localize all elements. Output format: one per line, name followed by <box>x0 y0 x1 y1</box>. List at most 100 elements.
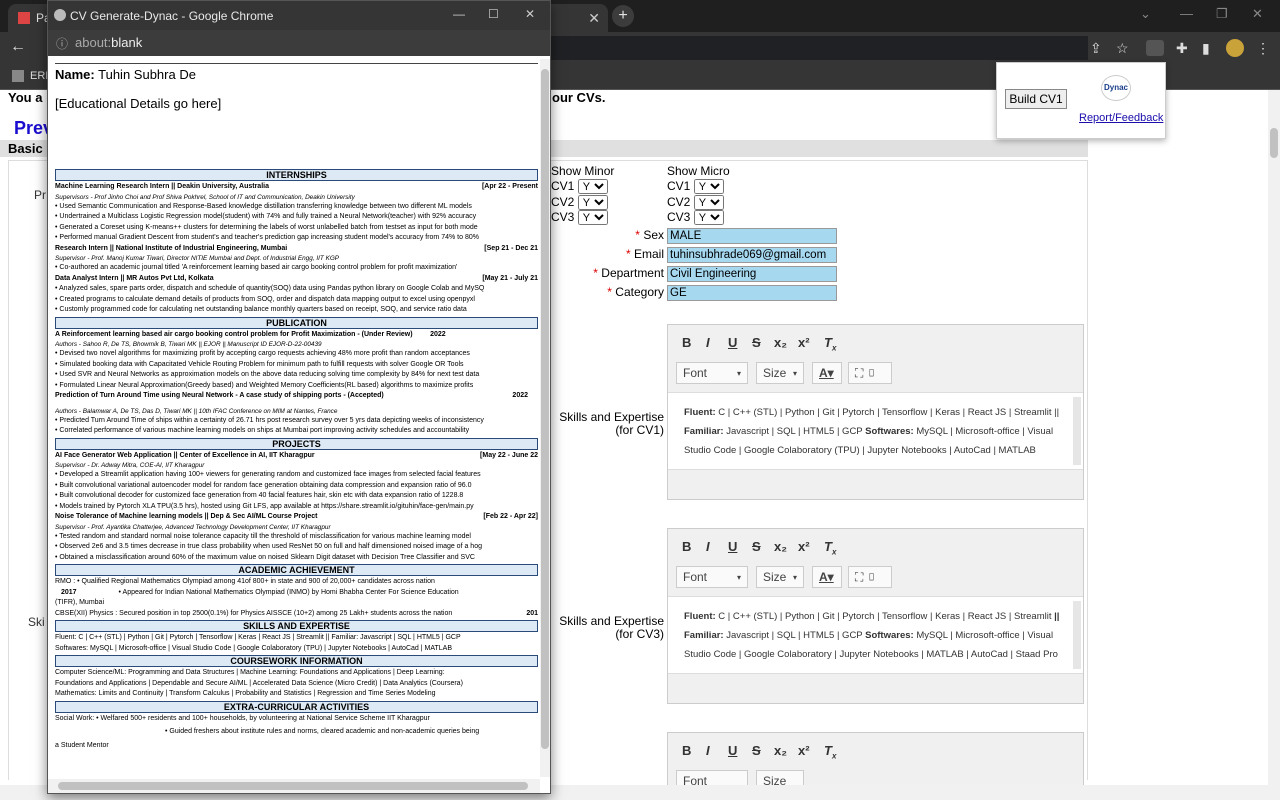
cv3-micro-select[interactable]: Y <box>693 210 724 225</box>
remove-format-icon[interactable]: Tx <box>824 539 836 557</box>
superscript-icon[interactable]: x² <box>798 335 810 350</box>
cv-line: • Customly programmed code for calculati… <box>55 306 467 313</box>
cv-line: Supervisor - Prof. Manoj Kumar Tiwari, D… <box>55 255 340 262</box>
cv-line: • Used SVR and Neural Networks as approx… <box>55 371 480 378</box>
popup-address-bar[interactable]: ⓘ about:blank <box>48 30 550 56</box>
skills-cv3-content[interactable]: Fluent: C | C++ (STL) | Python | Git | P… <box>668 597 1083 673</box>
font-dropdown[interactable]: Font <box>676 770 748 785</box>
skills-cv1-editor: B I U S x₂ x² Tx Font ▾ Size ▾ A▾ ⛶ ▯ Fl… <box>667 324 1084 500</box>
popup-close-icon[interactable]: ✕ <box>525 7 535 21</box>
subscript-icon[interactable]: x₂ <box>774 335 787 350</box>
page-vertical-scrollbar[interactable] <box>1268 90 1280 785</box>
tab-favicon-icon <box>18 12 30 24</box>
subscript-icon[interactable]: x₂ <box>774 539 787 554</box>
cv-name: Name: Tuhin Subhra De <box>55 67 196 82</box>
strikethrough-icon[interactable]: S <box>752 539 761 554</box>
editor-text: Fluent: C | C++ (STL) | Python | Git | P… <box>684 611 1060 660</box>
side-panel-icon[interactable]: ▮ <box>1202 40 1210 57</box>
font-dropdown[interactable]: Font ▾ <box>676 362 748 384</box>
skills-next-editor: B I U S x₂ x² Tx Font Size <box>667 732 1084 785</box>
cv-line: Mathematics: Limits and Continuity | Tra… <box>55 690 436 697</box>
dynac-logo: Dynac <box>1101 75 1131 101</box>
address-host: about: <box>75 35 112 50</box>
cv-line: • Built convolutional variational autoen… <box>55 481 472 489</box>
bookmark-item[interactable]: ERI <box>30 70 48 82</box>
maximize-icon[interactable]: ❐ <box>1216 6 1228 22</box>
editor-footer <box>668 673 1083 703</box>
underline-icon[interactable]: U <box>728 335 737 350</box>
superscript-icon[interactable]: x² <box>798 743 810 758</box>
maximize-source-icons[interactable]: ⛶ ▯ <box>848 566 892 588</box>
extensions-puzzle-icon[interactable]: ✚ <box>1176 40 1188 57</box>
cv2-minor-select[interactable]: Y <box>577 194 608 210</box>
show-micro-group: Show Micro CV1 Y CV2 Y CV3 Y <box>667 164 730 226</box>
size-dropdown[interactable]: Size ▾ <box>756 566 804 588</box>
report-feedback-link[interactable]: Report/Feedback <box>1079 112 1163 124</box>
cv-line: Research Intern || National Institute of… <box>55 244 538 252</box>
cv-line: RMO : • Qualified Regional Mathematics O… <box>55 578 435 585</box>
underline-icon[interactable]: U <box>728 743 737 758</box>
cv3-minor-select[interactable]: Y <box>577 210 608 225</box>
address-bar[interactable] <box>548 36 1088 60</box>
bold-icon[interactable]: B <box>682 743 691 758</box>
chrome-menu-icon[interactable]: ⋮ <box>1256 40 1270 57</box>
bookmark-star-icon[interactable]: ☆ <box>1116 40 1129 57</box>
new-tab-button[interactable]: + <box>612 5 634 27</box>
category-field[interactable]: GE <box>667 285 837 301</box>
editor-scrollbar[interactable] <box>1073 601 1081 669</box>
remove-format-icon[interactable]: Tx <box>824 335 836 353</box>
popup-maximize-icon[interactable]: ☐ <box>488 7 499 21</box>
size-dropdown[interactable]: Size ▾ <box>756 362 804 384</box>
cv-line: Fluent: C | C++ (STL) | Python | Git | P… <box>55 634 461 641</box>
superscript-icon[interactable]: x² <box>798 539 810 554</box>
cv-horizontal-scrollbar[interactable] <box>48 779 540 793</box>
cv-line: Data Analyst Intern || MR Autos Pvt Ltd,… <box>55 274 538 282</box>
font-dropdown[interactable]: Font ▾ <box>676 566 748 588</box>
cv-line: Softwares: MySQL | Microsoft-office | Vi… <box>55 644 452 652</box>
tab-search-icon[interactable]: ⌄ <box>1140 6 1151 22</box>
editor-scrollbar[interactable] <box>1073 397 1081 465</box>
strikethrough-icon[interactable]: S <box>752 743 761 758</box>
minimize-icon[interactable]: — <box>1180 6 1193 21</box>
profile-label-partial: Pr <box>34 188 46 202</box>
strikethrough-icon[interactable]: S <box>752 335 761 350</box>
profile-avatar[interactable] <box>1226 39 1244 57</box>
share-icon[interactable]: ⇪ <box>1090 40 1102 57</box>
bold-icon[interactable]: B <box>682 335 691 350</box>
size-dropdown[interactable]: Size <box>756 770 804 785</box>
italic-icon[interactable]: I <box>706 743 710 758</box>
cv-line: • Built convolutional decoder for custom… <box>55 492 464 499</box>
text-color-icon[interactable]: A▾ <box>812 362 842 384</box>
build-cv-button[interactable]: Build CV1 <box>1005 89 1067 109</box>
cv2-label: CV2 <box>551 194 575 209</box>
email-field[interactable]: tuhinsubhrade069@gmail.com <box>667 247 837 263</box>
underline-icon[interactable]: U <box>728 539 737 554</box>
department-field[interactable]: Civil Engineering <box>667 266 837 282</box>
editor-text: Fluent: C | C++ (STL) | Python | Git | P… <box>684 407 1060 456</box>
popup-minimize-icon[interactable]: — <box>453 7 465 21</box>
basic-heading-partial: Basic <box>8 141 43 156</box>
back-icon[interactable]: ← <box>10 38 26 56</box>
close-window-icon[interactable]: ✕ <box>1252 6 1263 22</box>
category-label: * Category <box>607 285 664 299</box>
cv2-micro-select[interactable]: Y <box>693 194 724 210</box>
cv-line: • Performed manual Gradient Descent from… <box>55 234 479 241</box>
cv-vertical-scrollbar[interactable] <box>540 59 550 777</box>
remove-format-icon[interactable]: Tx <box>824 743 836 761</box>
cv-line: • Simulated booking data with Capacitate… <box>55 360 464 368</box>
section-skills: SKILLS AND EXPERTISE <box>55 620 538 632</box>
cv1-minor-select[interactable]: Y <box>577 179 608 194</box>
tab-close-icon[interactable]: ✕ <box>588 10 600 27</box>
bold-icon[interactable]: B <box>682 539 691 554</box>
text-color-icon[interactable]: A▾ <box>812 566 842 588</box>
maximize-source-icons[interactable]: ⛶ ▯ <box>848 362 892 384</box>
italic-icon[interactable]: I <box>706 335 710 350</box>
info-icon[interactable]: ⓘ <box>56 35 68 52</box>
subscript-icon[interactable]: x₂ <box>774 743 787 758</box>
sex-field[interactable]: MALE <box>667 228 837 244</box>
cv-line: • Obtained a misclassification around 60… <box>55 553 475 561</box>
skills-cv1-content[interactable]: Fluent: C | C++ (STL) | Python | Git | P… <box>668 393 1083 469</box>
dynac-extension-icon[interactable] <box>1146 40 1164 56</box>
italic-icon[interactable]: I <box>706 539 710 554</box>
cv1-micro-select[interactable]: Y <box>693 179 724 194</box>
